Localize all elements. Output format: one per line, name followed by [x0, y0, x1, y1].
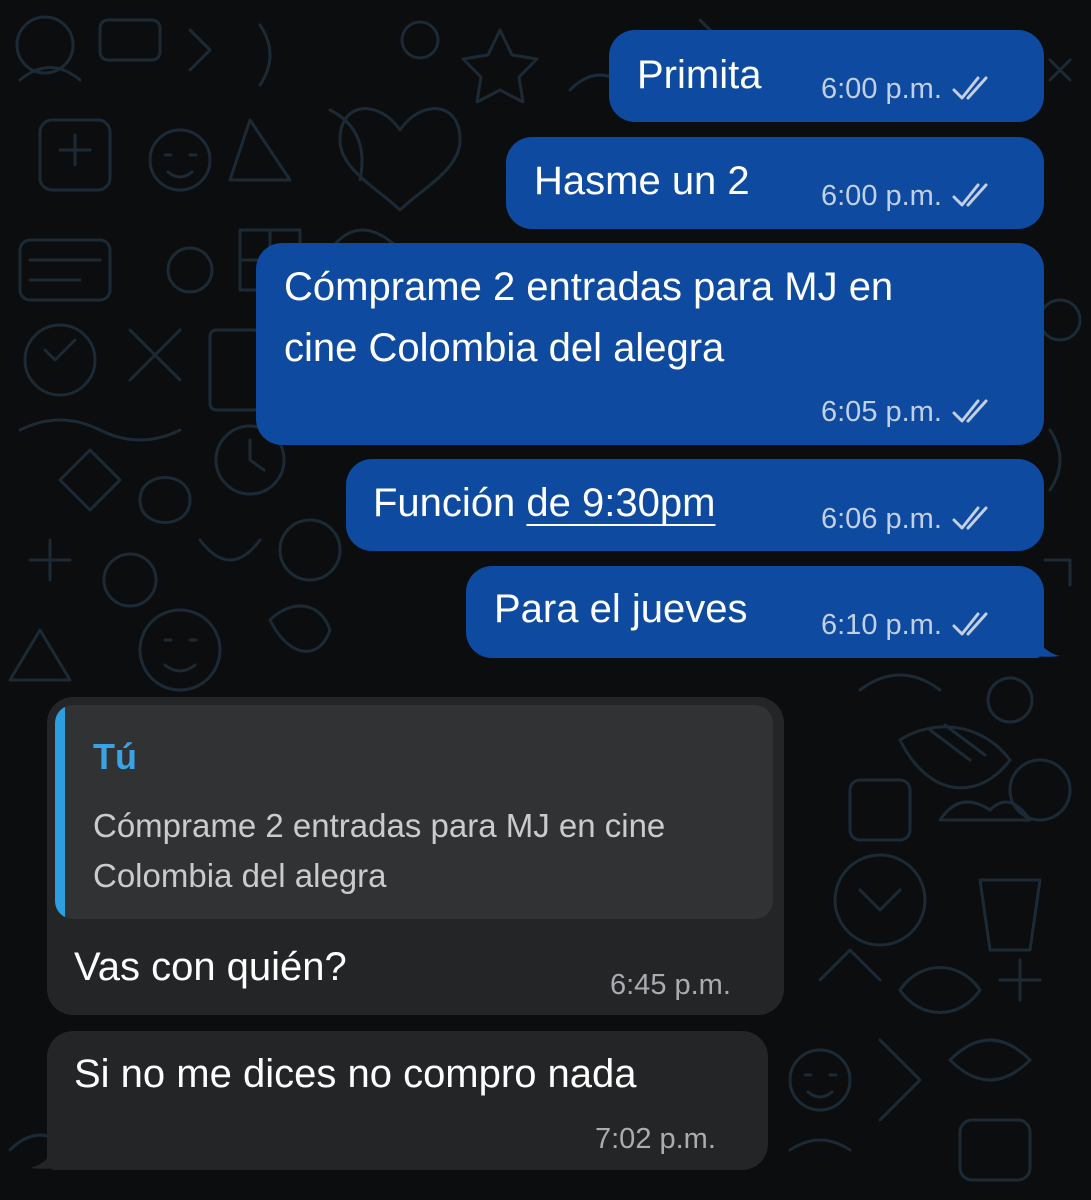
message-meta: 6:06 p.m.	[821, 502, 996, 536]
message-meta: 6:00 p.m.	[821, 72, 996, 106]
message-time: 6:00 p.m.	[821, 73, 942, 105]
double-check-icon	[952, 612, 988, 636]
double-check-icon	[952, 506, 988, 530]
message-meta: 6:00 p.m.	[821, 179, 996, 213]
message-text: Hasme un 2	[534, 159, 750, 203]
message-time: 6:06 p.m.	[821, 503, 942, 535]
message-time: 6:45 p.m.	[610, 969, 731, 1001]
double-check-icon	[952, 76, 988, 100]
outgoing-message[interactable]: Cómprame 2 entradas para MJ en cine Colo…	[256, 243, 1044, 445]
message-text: Función de 9:30pm	[373, 473, 715, 533]
message-meta: 6:05 p.m.	[821, 395, 996, 429]
outgoing-message[interactable]: Primita 6:00 p.m.	[609, 30, 1044, 122]
outgoing-message[interactable]: Hasme un 2 6:00 p.m.	[506, 137, 1044, 229]
quoted-message[interactable]: Tú Cómprame 2 entradas para MJ en cine C…	[55, 705, 773, 919]
datetime-link[interactable]: de 9:30pm	[526, 481, 715, 525]
message-meta: 6:10 p.m.	[821, 608, 996, 642]
quote-accent-bar	[55, 705, 65, 919]
incoming-reply-message[interactable]: Tú Cómprame 2 entradas para MJ en cine C…	[47, 697, 784, 1015]
message-text-prefix: Función	[373, 481, 527, 525]
message-time: 6:00 p.m.	[821, 180, 942, 212]
quote-author: Tú	[93, 736, 137, 777]
incoming-message[interactable]: Si no me dices no compro nada 7:02 p.m.	[47, 1031, 768, 1170]
message-time: 6:10 p.m.	[821, 609, 942, 641]
message-text: Para el jueves	[494, 587, 748, 631]
outgoing-message[interactable]: Para el jueves 6:10 p.m.	[466, 566, 1044, 658]
message-text: Primita	[637, 53, 762, 97]
quote-text: Cómprame 2 entradas para MJ en cine Colo…	[93, 807, 666, 894]
message-text: Vas con quién?	[74, 945, 347, 989]
outgoing-message[interactable]: Función de 9:30pm 6:06 p.m.	[346, 459, 1044, 551]
chat-thread: Primita 6:00 p.m. Hasme un 2 6:00 p.m. C…	[0, 0, 1091, 1200]
message-meta: 6:45 p.m.	[610, 968, 731, 1002]
message-time: 7:02 p.m.	[595, 1123, 716, 1155]
message-text-line-1: Cómprame 2 entradas para MJ en	[284, 265, 894, 309]
message-time: 6:05 p.m.	[821, 396, 942, 428]
message-text-line-2: cine Colombia del alegra	[284, 326, 725, 370]
double-check-icon	[952, 399, 988, 423]
message-text: Si no me dices no compro nada	[74, 1052, 637, 1096]
message-meta: 7:02 p.m.	[595, 1122, 716, 1156]
double-check-icon	[952, 183, 988, 207]
